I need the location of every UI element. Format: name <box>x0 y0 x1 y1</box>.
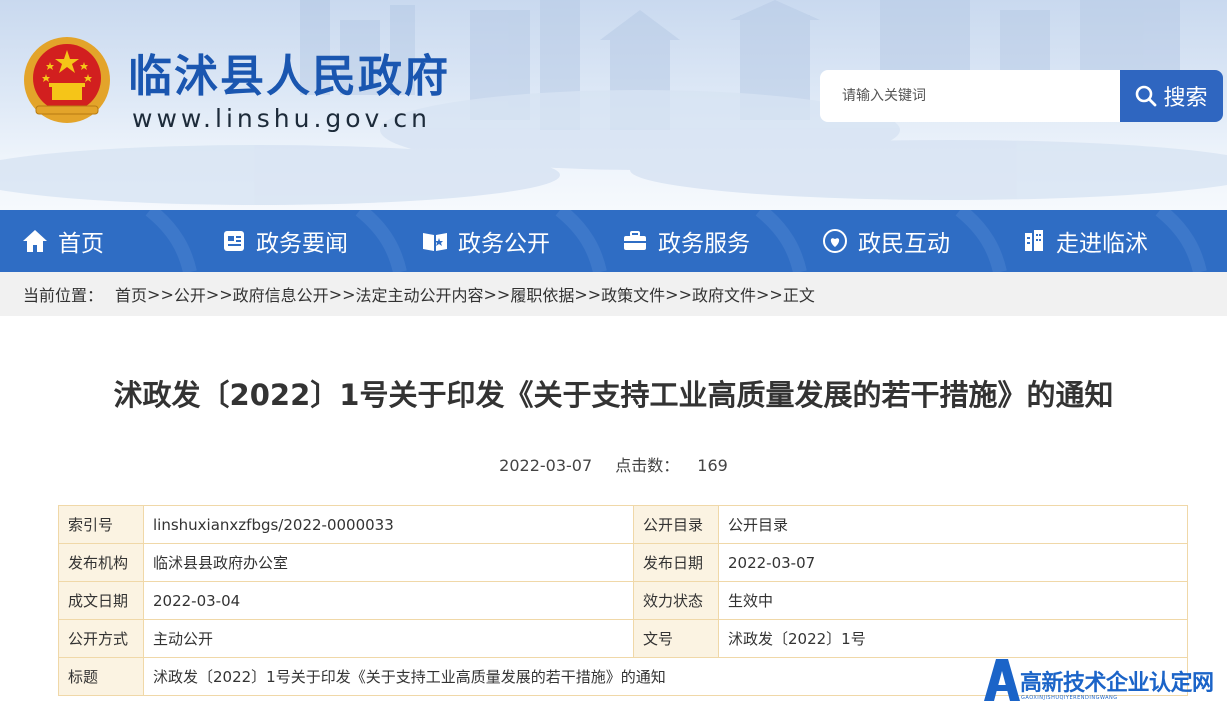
building-icon <box>1025 230 1043 251</box>
breadcrumb-separator: >> <box>205 284 233 304</box>
table-key: 公开目录 <box>633 505 719 544</box>
interaction-icon <box>823 229 847 253</box>
nav-item-label: 政民互动 <box>858 231 950 257</box>
breadcrumb-item[interactable]: 政策文件 <box>601 282 665 306</box>
table-row: 索引号 linshuxianxzfbgs/2022-0000033 公开目录 公… <box>58 505 1188 544</box>
site-name: 临沭县人民政府 <box>128 51 450 102</box>
watermark-logo: 高新技术企业认定网 GAOXINJISHUQIYERENDINGWANG <box>980 655 1227 706</box>
table-key: 索引号 <box>58 505 144 544</box>
breadcrumb-item[interactable]: 履职依据 <box>510 282 574 306</box>
table-key: 发布机构 <box>58 543 144 582</box>
table-key: 文号 <box>633 619 719 658</box>
nav-item-label: 政务服务 <box>658 231 750 257</box>
table-value: 沭政发〔2022〕1号 <box>718 619 1188 658</box>
search-input[interactable] <box>820 70 1122 122</box>
nav-item-label: 首页 <box>58 231 104 257</box>
breadcrumb-item[interactable]: 首页 <box>115 282 147 306</box>
table-value: 临沭县县政府办公室 <box>143 543 634 582</box>
table-row: 公开方式 主动公开 文号 沭政发〔2022〕1号 <box>58 619 1188 658</box>
watermark-a-icon <box>984 659 1020 701</box>
table-key: 标题 <box>58 657 144 696</box>
breadcrumb-item[interactable]: 政府信息公开 <box>233 282 329 306</box>
nav-item-home[interactable]: 首页 <box>22 210 104 272</box>
national-emblem-logo <box>24 37 110 123</box>
news-icon <box>224 231 244 251</box>
article-meta: 2022-03-07 点击数： 169 <box>0 452 1227 476</box>
search-icon <box>1136 85 1157 107</box>
article-views: 点击数： 169 <box>615 456 728 475</box>
nav-item-about[interactable]: 走进临沭 <box>1022 210 1148 272</box>
nav-item-label: 走进临沭 <box>1056 231 1148 257</box>
breadcrumb-item[interactable]: 政府文件 <box>692 282 756 306</box>
watermark-subtext: GAOXINJISHUQIYERENDINGWANG <box>1021 695 1118 701</box>
table-value: 公开目录 <box>718 505 1188 544</box>
table-row: 成文日期 2022-03-04 效力状态 生效中 <box>58 581 1188 620</box>
table-value: 2022-03-07 <box>718 543 1188 582</box>
table-key: 公开方式 <box>58 619 144 658</box>
briefcase-icon <box>624 231 646 250</box>
breadcrumb-item[interactable]: 法定主动公开内容 <box>356 282 484 306</box>
nav-item-label: 政务公开 <box>458 231 550 257</box>
breadcrumb-label: 当前位置： <box>23 286 104 305</box>
site-url: www.linshu.gov.cn <box>132 104 431 133</box>
site-header: 临沭县人民政府 www.linshu.gov.cn 搜索 <box>0 0 1227 210</box>
table-row: 发布机构 临沭县县政府办公室 发布日期 2022-03-07 <box>58 543 1188 582</box>
table-key: 效力状态 <box>633 581 719 620</box>
breadcrumb-separator: >> <box>574 284 602 304</box>
breadcrumb-item[interactable]: 公开 <box>174 282 206 306</box>
table-value: 生效中 <box>718 581 1188 620</box>
search-button-label: 搜索 <box>1163 86 1208 111</box>
table-value: linshuxianxzfbgs/2022-0000033 <box>143 505 634 544</box>
watermark-text: 高新技术企业认定网 <box>1020 671 1214 696</box>
nav-item-label: 政务要闻 <box>256 231 348 257</box>
home-icon <box>23 230 47 252</box>
breadcrumb-separator: >> <box>665 284 692 304</box>
breadcrumb: 当前位置： 首页 >> 公开 >> 政府信息公开 >> 法定主动公开内容 >> … <box>0 272 1227 316</box>
main-nav: 首页 政务要闻 政务公开 政务服务 政民互动 走进临沭 <box>0 210 1227 272</box>
table-value: 主动公开 <box>143 619 634 658</box>
breadcrumb-separator: >> <box>483 284 511 304</box>
nav-item-open[interactable]: 政务公开 <box>422 210 550 272</box>
views-label: 点击数： <box>615 456 680 475</box>
nav-item-interaction[interactable]: 政民互动 <box>822 210 950 272</box>
open-book-icon <box>423 233 447 251</box>
search-button[interactable]: 搜索 <box>1120 70 1223 122</box>
breadcrumb-item-current: 正文 <box>782 286 815 305</box>
views-count: 169 <box>697 456 728 475</box>
article-date: 2022-03-07 <box>499 456 593 475</box>
breadcrumb-separator: >> <box>328 284 356 304</box>
table-value: 2022-03-04 <box>143 581 634 620</box>
breadcrumb-separator: >> <box>756 284 783 304</box>
table-key: 成文日期 <box>58 581 144 620</box>
table-key: 发布日期 <box>633 543 719 582</box>
nav-item-service[interactable]: 政务服务 <box>622 210 750 272</box>
nav-item-news[interactable]: 政务要闻 <box>222 210 348 272</box>
article-title: 沭政发〔2022〕1号关于印发《关于支持工业高质量发展的若干措施》的通知 <box>113 378 1114 412</box>
breadcrumb-separator: >> <box>147 284 174 304</box>
